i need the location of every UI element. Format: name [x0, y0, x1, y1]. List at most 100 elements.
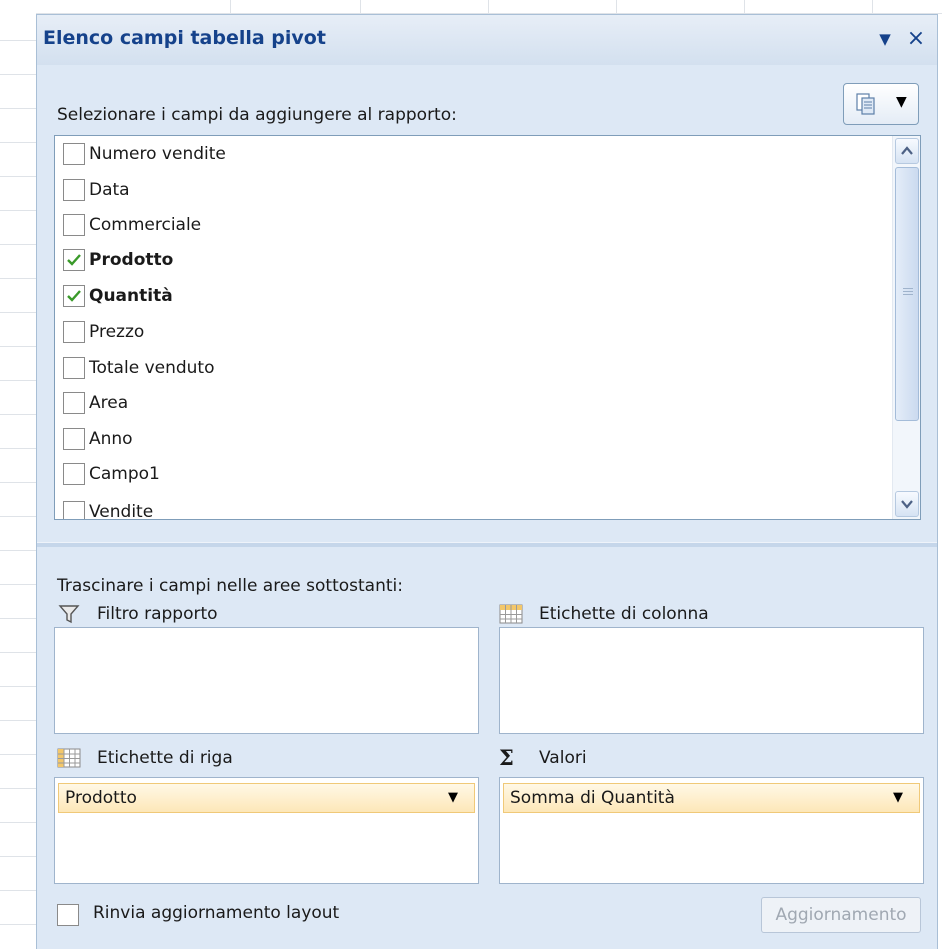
chevron-down-icon[interactable]: ▼: [893, 790, 903, 805]
report-filter-header: Filtro rapporto: [57, 601, 218, 627]
defer-layout-label: Rinvia aggiornamento layout: [93, 903, 340, 923]
field-list[interactable]: Numero vendite Data Commerciale Prodotto: [54, 135, 921, 520]
grid-line: [0, 584, 36, 585]
field-label: Commerciale: [89, 215, 202, 235]
report-filter-label: Filtro rapporto: [97, 604, 218, 624]
grid-line: [0, 380, 36, 381]
row-labels-label: Etichette di riga: [97, 748, 233, 768]
field-checkbox[interactable]: [63, 321, 85, 343]
defer-layout-checkbox[interactable]: [57, 904, 79, 926]
field-item[interactable]: Vendite: [63, 495, 154, 520]
grid-line: [0, 822, 36, 823]
pane-titlebar: Elenco campi tabella pivot ▼ ×: [37, 15, 937, 65]
pane-title: Elenco campi tabella pivot: [43, 27, 326, 49]
chevron-down-icon[interactable]: ▼: [448, 790, 458, 805]
layout-icon: [856, 93, 875, 115]
field-item[interactable]: Campo1: [63, 457, 160, 491]
field-item[interactable]: Quantità: [63, 279, 173, 313]
field-checkbox[interactable]: [63, 392, 85, 414]
field-checkbox[interactable]: [63, 143, 85, 165]
grid-line: [0, 720, 36, 721]
values-drop-area[interactable]: Somma di Quantità ▼: [499, 777, 924, 884]
values-field-chip-label: Somma di Quantità: [510, 788, 675, 808]
grid-line: [0, 346, 36, 347]
grid-line: [744, 0, 745, 14]
pane-options-icon[interactable]: ▼: [875, 29, 895, 49]
field-item[interactable]: Commerciale: [63, 208, 201, 242]
checkmark-icon: [67, 290, 81, 302]
grid-line: [0, 652, 36, 653]
grid-line: [616, 0, 617, 14]
field-item[interactable]: Data: [63, 173, 130, 207]
close-icon[interactable]: ×: [905, 28, 927, 50]
values-field-chip[interactable]: Somma di Quantità ▼: [503, 783, 920, 813]
field-item[interactable]: Anno: [63, 422, 133, 456]
grid-line: [0, 788, 36, 789]
grid-line: [872, 0, 873, 14]
grid-line: [0, 414, 36, 415]
field-label: Vendite: [89, 502, 154, 520]
field-label: Area: [89, 393, 129, 413]
scroll-up-button[interactable]: [895, 138, 919, 164]
field-checkbox[interactable]: [63, 285, 85, 307]
field-checkbox[interactable]: [63, 501, 85, 519]
field-list-layout-button[interactable]: ▼: [843, 83, 919, 125]
grid-line: [0, 550, 36, 551]
grid-line: [0, 278, 36, 279]
row-labels-drop-area[interactable]: Prodotto ▼: [54, 777, 479, 884]
column-labels-drop-area[interactable]: [499, 627, 924, 734]
grid-line: [0, 74, 36, 75]
grid-line: [0, 244, 36, 245]
field-item[interactable]: Totale venduto: [63, 351, 215, 385]
field-checkbox[interactable]: [63, 214, 85, 236]
field-checkbox[interactable]: [63, 428, 85, 450]
filter-icon: [58, 605, 80, 624]
column-labels-label: Etichette di colonna: [539, 604, 709, 624]
drag-prompt: Trascinare i campi nelle aree sottostant…: [57, 576, 403, 596]
pivot-field-list-pane: Elenco campi tabella pivot ▼ × ▼ Selezio…: [36, 14, 938, 949]
column-grid-icon: [499, 604, 523, 624]
grid-line: [0, 890, 36, 891]
grid-line: [0, 686, 36, 687]
chevron-down-icon: [901, 500, 913, 509]
field-label: Prezzo: [89, 322, 145, 342]
update-button-label: Aggiornamento: [775, 905, 907, 925]
update-button[interactable]: Aggiornamento: [761, 897, 921, 933]
field-checkbox[interactable]: [63, 249, 85, 271]
column-labels-header: Etichette di colonna: [499, 601, 709, 627]
grid-line: [0, 448, 36, 449]
field-item[interactable]: Prezzo: [63, 315, 144, 349]
scroll-thumb[interactable]: [895, 167, 919, 421]
report-filter-drop-area[interactable]: [54, 627, 479, 734]
row-field-chip[interactable]: Prodotto ▼: [58, 783, 475, 813]
pane-splitter[interactable]: [37, 542, 937, 547]
values-label: Valori: [539, 748, 587, 768]
grid-line: [0, 40, 36, 41]
field-label: Totale venduto: [89, 358, 215, 378]
chevron-up-icon: [901, 146, 913, 155]
scroll-down-button[interactable]: [895, 491, 919, 517]
grid-line: [0, 516, 36, 517]
field-checkbox[interactable]: [63, 179, 85, 201]
grid-line: [0, 108, 36, 109]
choose-fields-prompt: Selezionare i campi da aggiungere al rap…: [57, 105, 457, 125]
field-checkbox[interactable]: [63, 357, 85, 379]
field-list-scrollbar[interactable]: [892, 136, 920, 519]
grid-line: [0, 618, 36, 619]
grid-line: [0, 176, 36, 177]
grip-icon: [903, 288, 913, 297]
field-item[interactable]: Numero vendite: [63, 137, 226, 171]
field-item[interactable]: Area: [63, 386, 128, 420]
grid-line: [0, 856, 36, 857]
field-item[interactable]: Prodotto: [63, 243, 173, 277]
grid-line: [230, 0, 231, 14]
sigma-icon: Σ: [499, 745, 514, 770]
field-label: Quantità: [89, 286, 173, 306]
grid-line: [0, 482, 36, 483]
field-checkbox[interactable]: [63, 463, 85, 485]
field-label: Numero vendite: [89, 144, 226, 164]
row-field-chip-label: Prodotto: [65, 788, 137, 808]
grid-line: [0, 210, 36, 211]
field-label: Prodotto: [89, 250, 174, 270]
grid-line: [0, 754, 36, 755]
